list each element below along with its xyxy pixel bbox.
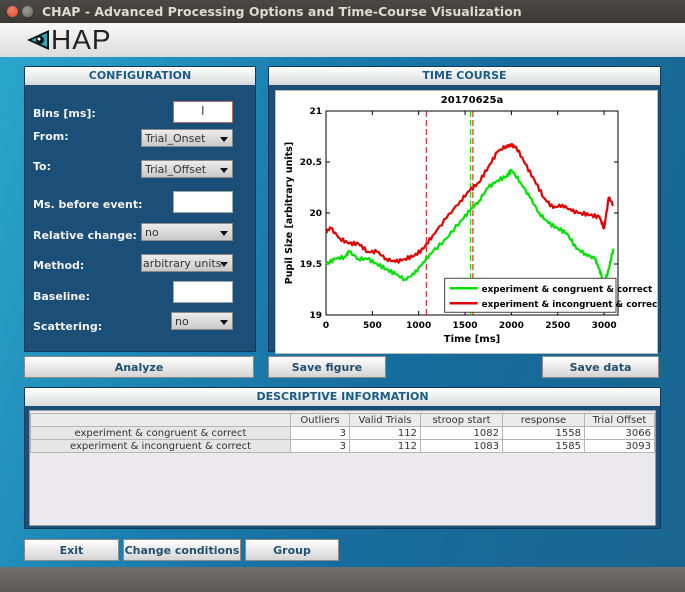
chevron-down-icon <box>220 320 228 325</box>
cell-response[interactable]: 1558 <box>502 426 585 440</box>
scattering-dropdown[interactable]: no <box>171 312 233 330</box>
chevron-down-icon <box>220 137 228 142</box>
save-data-button[interactable]: Save data <box>542 356 659 378</box>
time-course-chart: 20170625a 0 500 1000 1500 2000 2500 3000 19 19.5 2… <box>284 95 657 345</box>
status-bar <box>0 567 685 592</box>
y-tick-label: 19.5 <box>300 260 322 270</box>
x-tick-label: 2500 <box>545 321 570 331</box>
chevron-down-icon <box>220 231 228 236</box>
cell-valid-trials[interactable]: 112 <box>349 439 421 453</box>
group-analysis-button[interactable]: Group analysis <box>245 539 339 579</box>
scattering-label: Scattering: <box>33 320 103 333</box>
row-label: experiment & incongruent & correct <box>30 439 291 453</box>
logo-bar: HAP <box>0 23 685 57</box>
configuration-header: CONFIGURATION <box>25 67 255 85</box>
column-header-valid-trials[interactable]: Valid Trials <box>349 413 421 427</box>
to-label: To: <box>33 160 51 173</box>
column-header-response[interactable]: response <box>502 413 585 427</box>
chevron-down-icon <box>220 168 228 173</box>
window-titlebar: CHAP - Advanced Processing Options and T… <box>0 0 685 23</box>
cell-trial-offset[interactable]: 3066 <box>584 426 655 440</box>
series-line <box>325 142 614 264</box>
descriptive-table: Outliers Valid Trials stroop start respo… <box>30 413 655 453</box>
baseline-input[interactable] <box>173 281 233 303</box>
cell-outliers[interactable]: 3 <box>290 439 350 453</box>
x-tick-label: 3000 <box>592 321 617 331</box>
logo-text: HAP <box>51 24 112 55</box>
y-tick-label: 20.5 <box>300 158 322 168</box>
chart-title: 20170625a <box>441 95 503 106</box>
y-tick-label: 20 <box>309 209 322 219</box>
app-logo: HAP <box>26 24 112 55</box>
table-header-row: Outliers Valid Trials stroop start respo… <box>30 413 655 427</box>
ms-before-event-label: Ms. before event: <box>33 198 143 211</box>
y-tick-label: 19 <box>309 311 322 321</box>
bins-input[interactable]: I <box>173 101 233 123</box>
column-header-stroop-start[interactable]: stroop start <box>420 413 503 427</box>
legend-label: experiment & incongruent & correct <box>482 300 657 310</box>
column-header-condition[interactable] <box>30 413 291 427</box>
cell-valid-trials[interactable]: 112 <box>349 426 421 440</box>
from-dropdown[interactable]: Trial_Onset <box>141 129 233 147</box>
x-tick-label: 500 <box>363 321 382 331</box>
method-label: Method: <box>33 259 85 272</box>
scattering-value: no <box>175 315 189 328</box>
baseline-label: Baseline: <box>33 290 91 303</box>
to-dropdown[interactable]: Trial_Offset <box>141 160 233 178</box>
chevron-down-icon <box>220 262 228 267</box>
text-cursor-icon: I <box>201 104 205 118</box>
descriptive-information-header: DESCRIPTIVE INFORMATION <box>25 388 660 406</box>
x-axis-label: Time [ms] <box>444 334 500 345</box>
table-row[interactable]: experiment & incongruent & correct 3 112… <box>30 439 655 453</box>
from-dropdown-value: Trial_Onset <box>145 132 206 145</box>
y-axis-label: Pupil Size [arbitrary units] <box>284 142 295 284</box>
method-value: arbitrary units <box>143 257 222 270</box>
save-figure-button[interactable]: Save figure <box>268 356 386 378</box>
close-window-button[interactable] <box>7 6 18 17</box>
cell-outliers[interactable]: 3 <box>290 426 350 440</box>
column-header-outliers[interactable]: Outliers <box>290 413 350 427</box>
cell-stroop-start[interactable]: 1083 <box>420 439 503 453</box>
cell-stroop-start[interactable]: 1082 <box>420 426 503 440</box>
plot-area: 20170625a 0 500 1000 1500 2000 2500 3000 19 19.5 2… <box>275 90 658 354</box>
legend-label: experiment & congruent & correct <box>482 285 653 295</box>
exit-button[interactable]: Exit <box>24 539 119 561</box>
window-title: CHAP - Advanced Processing Options and T… <box>42 4 522 19</box>
minimize-window-button[interactable] <box>22 6 33 17</box>
table-row[interactable]: experiment & congruent & correct 3 112 1… <box>30 426 655 440</box>
bins-label: Bins [ms]: <box>33 107 96 120</box>
x-tick-label: 1000 <box>406 321 431 331</box>
x-tick-label: 1500 <box>453 321 478 331</box>
from-label: From: <box>33 130 69 143</box>
relative-change-value: no <box>145 226 159 239</box>
configuration-panel: CONFIGURATION Bins [ms]: I From: Trial_O… <box>24 66 256 352</box>
descriptive-table-container: Outliers Valid Trials stroop start respo… <box>29 410 656 526</box>
series-line <box>325 168 615 286</box>
x-tick-label: 2000 <box>499 321 524 331</box>
row-label: experiment & congruent & correct <box>30 426 291 440</box>
ms-before-event-input[interactable] <box>173 191 233 213</box>
method-dropdown[interactable]: arbitrary units <box>141 254 233 272</box>
relative-change-dropdown[interactable]: no <box>141 223 233 241</box>
analyze-button[interactable]: Analyze <box>24 356 254 378</box>
to-dropdown-value: Trial_Offset <box>145 163 207 176</box>
relative-change-label: Relative change: <box>33 229 137 242</box>
cell-trial-offset[interactable]: 3093 <box>584 439 655 453</box>
cell-response[interactable]: 1585 <box>502 439 585 453</box>
x-tick-label: 0 <box>323 321 329 331</box>
time-course-panel: TIME COURSE 20170625a 0 500 1000 1500 2000 250… <box>268 66 661 354</box>
change-conditions-button[interactable]: Change conditions <box>123 539 241 561</box>
time-course-header: TIME COURSE <box>269 67 660 85</box>
eye-icon <box>27 30 49 50</box>
y-tick-label: 21 <box>309 107 322 117</box>
column-header-trial-offset[interactable]: Trial Offset <box>584 413 655 427</box>
descriptive-information-panel: DESCRIPTIVE INFORMATION Outliers Valid T… <box>24 387 661 529</box>
